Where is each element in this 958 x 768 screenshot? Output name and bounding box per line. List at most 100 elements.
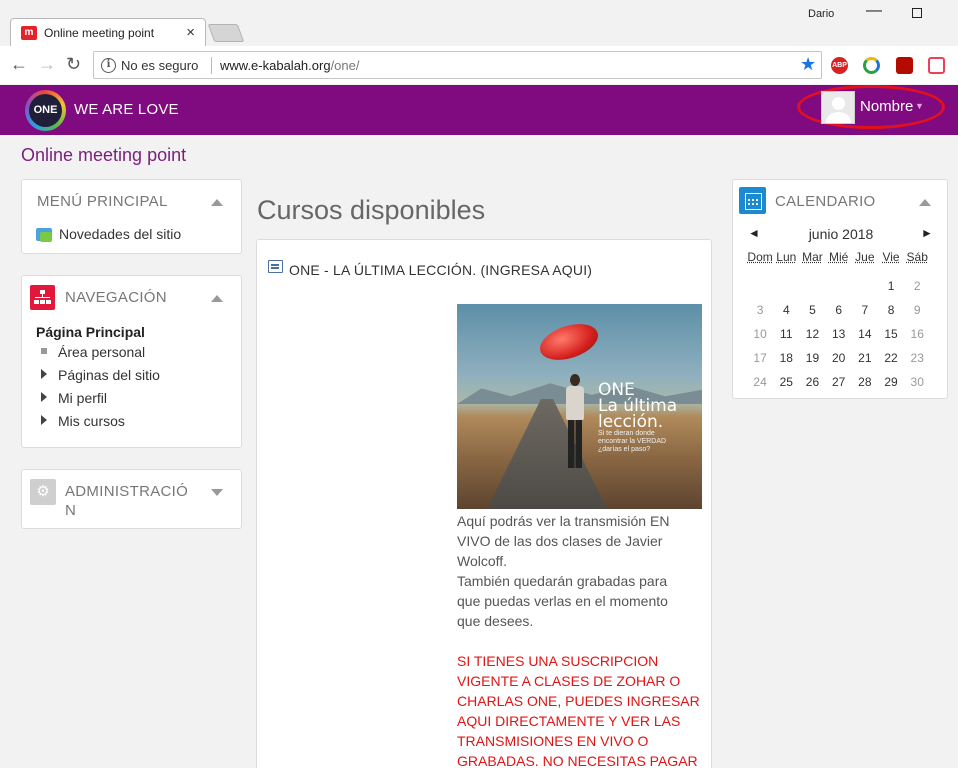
calendar-day	[773, 274, 799, 298]
bookmark-star-icon[interactable]: ★	[800, 54, 816, 75]
calendar-day[interactable]: 19	[799, 346, 825, 370]
calendar-icon	[739, 187, 766, 214]
calendar-day[interactable]: 20	[826, 346, 852, 370]
expand-icon[interactable]	[41, 392, 47, 402]
day-header: Sáb	[904, 250, 930, 274]
day-header: Mié	[826, 250, 852, 274]
pocket-icon[interactable]	[928, 57, 945, 74]
nav-item-my-courses[interactable]: Mis cursos	[36, 413, 160, 436]
navigation-block: NAVEGACIÓN Página Principal Área persona…	[21, 275, 242, 448]
calendar-day[interactable]: 17	[747, 346, 773, 370]
course-title-link[interactable]: ONE - LA ÚLTIMA LECCIÓN. (INGRESA AQUI)	[289, 262, 592, 278]
next-month-icon[interactable]: ►	[921, 226, 933, 240]
calendar-day[interactable]: 10	[747, 322, 773, 346]
calendar-day[interactable]: 6	[826, 298, 852, 322]
calendar-day[interactable]: 7	[852, 298, 878, 322]
calendar-day[interactable]: 24	[747, 370, 773, 394]
url-host: www.e-kabalah.org	[220, 58, 331, 73]
calendar-day[interactable]: 11	[773, 322, 799, 346]
calendar-day[interactable]: 15	[878, 322, 904, 346]
day-header: Mar	[799, 250, 825, 274]
title-bar: m Online meeting point × Dario —	[0, 0, 958, 46]
day-header: Vie	[878, 250, 904, 274]
calendar-day[interactable]: 28	[852, 370, 878, 394]
calendar-day	[747, 274, 773, 298]
calendar-day[interactable]: 5	[799, 298, 825, 322]
nav-item-profile[interactable]: Mi perfil	[36, 390, 160, 413]
page-title[interactable]: Online meeting point	[21, 145, 186, 166]
user-menu[interactable]: Nombre ▼	[797, 85, 945, 129]
user-name[interactable]: Nombre	[860, 98, 913, 115]
image-subtext: ¿darías el paso?	[598, 446, 650, 453]
calendar-day[interactable]: 9	[904, 298, 930, 322]
expand-icon[interactable]	[41, 415, 47, 425]
day-header: Dom	[747, 250, 773, 274]
alert-line: AQUI DIRECTAMENTE Y VER LAS	[457, 711, 707, 731]
site-logo[interactable]: ONE	[25, 90, 66, 131]
maximize-icon[interactable]	[912, 8, 922, 18]
calendar-day[interactable]: 8	[878, 298, 904, 322]
desc-line: Aquí podrás ver la transmisión EN	[457, 511, 707, 531]
minimize-icon[interactable]: —	[866, 2, 882, 20]
not-secure-label[interactable]: No es seguro	[121, 58, 198, 73]
expand-icon[interactable]	[41, 369, 47, 379]
tab-close-icon[interactable]: ×	[186, 24, 195, 41]
nav-item-label: Páginas del sitio	[58, 367, 160, 383]
calendar-day[interactable]: 16	[904, 322, 930, 346]
prev-month-icon[interactable]: ◄	[748, 226, 760, 240]
image-text: lección.	[598, 412, 663, 432]
calendar-day[interactable]: 29	[878, 370, 904, 394]
calendar-day[interactable]: 12	[799, 322, 825, 346]
back-icon[interactable]: ←	[10, 54, 28, 74]
calendar-day[interactable]: 2	[904, 274, 930, 298]
avatar[interactable]	[821, 91, 855, 124]
brand-name[interactable]: WE ARE LOVE	[74, 101, 179, 118]
browser-tab[interactable]: m Online meeting point ×	[10, 18, 206, 46]
course-image[interactable]: ONE La última lección. Si te dieran dond…	[457, 304, 702, 509]
calendar-day[interactable]: 23	[904, 346, 930, 370]
collapse-icon[interactable]	[211, 199, 223, 206]
collapse-icon[interactable]	[211, 295, 223, 302]
calendar-day[interactable]: 18	[773, 346, 799, 370]
divider	[211, 57, 212, 74]
calendar-day[interactable]: 26	[799, 370, 825, 394]
calendar-day[interactable]: 4	[773, 298, 799, 322]
course-card: ONE - LA ÚLTIMA LECCIÓN. (INGRESA AQUI) …	[256, 239, 712, 768]
gears-icon: ⚙	[30, 479, 56, 505]
spacer	[457, 631, 707, 651]
day-header: Lun	[773, 250, 799, 274]
calendar-day[interactable]: 30	[904, 370, 930, 394]
browser-profile-name[interactable]: Dario	[808, 8, 834, 20]
calendar-day[interactable]: 25	[773, 370, 799, 394]
info-icon[interactable]: i	[101, 58, 116, 73]
reload-icon[interactable]: ↻	[66, 54, 81, 74]
calendar-day[interactable]: 13	[826, 322, 852, 346]
new-tab-button[interactable]	[208, 24, 245, 42]
calendar-day[interactable]: 14	[852, 322, 878, 346]
image-subtext: Si te dieran donde	[598, 430, 655, 437]
url-text[interactable]: www.e-kabalah.org/one/	[220, 58, 359, 73]
url-path: /one/	[331, 58, 360, 73]
alert-line: TRANSMISIONES EN VIVO O	[457, 731, 707, 751]
calendar-day[interactable]: 21	[852, 346, 878, 370]
collapse-icon[interactable]	[919, 199, 931, 206]
news-icon	[36, 228, 52, 241]
expand-icon[interactable]	[211, 489, 223, 496]
desc-line: que puedas verlas en el momento	[457, 591, 707, 611]
address-bar[interactable]: i No es seguro www.e-kabalah.org/one/ ★	[93, 51, 822, 79]
calendar-day[interactable]: 1	[878, 274, 904, 298]
forward-icon[interactable]: →	[38, 54, 56, 74]
calendar-day	[799, 274, 825, 298]
calendar-day[interactable]: 3	[747, 298, 773, 322]
nav-home-link[interactable]: Página Principal	[36, 324, 160, 340]
nav-item-site-pages[interactable]: Páginas del sitio	[36, 367, 160, 390]
adblock-plus-icon[interactable]: ABP	[831, 57, 848, 74]
caret-down-icon[interactable]: ▼	[915, 101, 924, 111]
nav-list: Página Principal Área personal Páginas d…	[36, 324, 160, 436]
calendar-day[interactable]: 27	[826, 370, 852, 394]
calendar-day[interactable]: 22	[878, 346, 904, 370]
acrobat-icon[interactable]	[896, 57, 913, 74]
nav-item-dashboard[interactable]: Área personal	[36, 344, 160, 367]
extension-icon[interactable]	[863, 57, 880, 74]
news-link[interactable]: Novedades del sitio	[59, 226, 181, 242]
